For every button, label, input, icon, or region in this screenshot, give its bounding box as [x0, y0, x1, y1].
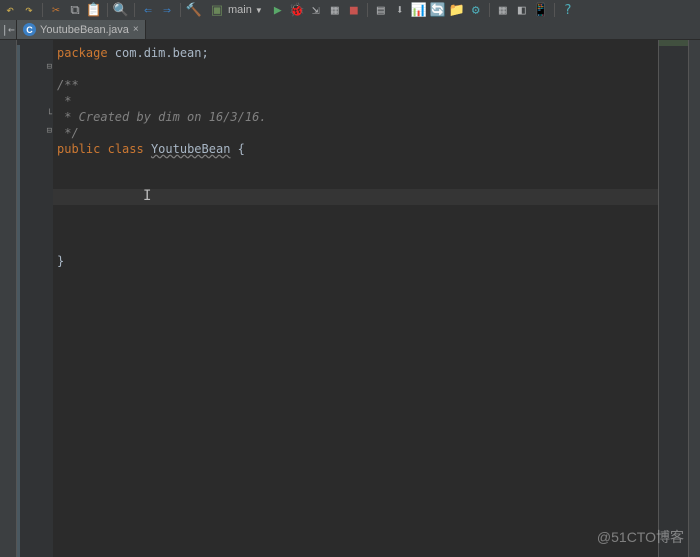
find-icon[interactable]: 🔍: [113, 2, 129, 18]
tool-window-toggle[interactable]: |←: [0, 20, 17, 39]
coverage-icon[interactable]: ▦: [327, 2, 343, 18]
editor-area: ⊟ └ ⊟ package com.dim.bean; /** * * Crea…: [0, 40, 700, 557]
redo-icon[interactable]: ↷: [21, 2, 37, 18]
code-editor[interactable]: package com.dim.bean; /** * * Created by…: [53, 40, 658, 557]
theme-icon[interactable]: ◧: [514, 2, 530, 18]
sync-icon[interactable]: 🔄: [430, 2, 446, 18]
left-gutter: [0, 40, 17, 557]
editor-tab[interactable]: C YoutubeBean.java ×: [17, 20, 146, 39]
avd-icon[interactable]: ▤: [373, 2, 389, 18]
run-config-label: main: [228, 4, 252, 16]
forward-icon[interactable]: ⇒: [159, 2, 175, 18]
sdk-icon[interactable]: ⬇: [392, 2, 408, 18]
debug-icon[interactable]: 🐞: [289, 2, 305, 18]
overview-ruler[interactable]: [688, 40, 700, 557]
stop-icon[interactable]: ■: [346, 2, 362, 18]
text-caret: I: [143, 188, 144, 204]
cut-icon[interactable]: ✂: [48, 2, 64, 18]
attach-icon[interactable]: ⇲: [308, 2, 324, 18]
undo-icon[interactable]: ↶: [2, 2, 18, 18]
structure-icon[interactable]: 📁: [449, 2, 465, 18]
run-icon[interactable]: ▶: [270, 2, 286, 18]
close-tab-icon[interactable]: ×: [133, 24, 139, 35]
main-toolbar: ↶ ↷ ✂ ⧉ 📋 🔍 ⇐ ⇒ 🔨 ▣ main ▼ ▶ 🐞 ⇲ ▦ ■ ▤ ⬇…: [0, 0, 700, 20]
gradle-icon[interactable]: ⚙: [468, 2, 484, 18]
make-icon[interactable]: 🔨: [186, 2, 202, 18]
line-gutter[interactable]: ⊟ └ ⊟: [17, 40, 53, 557]
help-icon[interactable]: ?: [560, 2, 576, 18]
run-config-selector[interactable]: ▣ main ▼: [205, 2, 267, 18]
tab-filename: YoutubeBean.java: [40, 24, 129, 36]
back-icon[interactable]: ⇐: [140, 2, 156, 18]
error-stripe[interactable]: [658, 40, 688, 557]
java-class-icon: C: [23, 23, 36, 36]
device-icon[interactable]: 📱: [533, 2, 549, 18]
monitor-icon[interactable]: 📊: [411, 2, 427, 18]
layout-icon[interactable]: ▦: [495, 2, 511, 18]
copy-icon[interactable]: ⧉: [67, 2, 83, 18]
watermark: @51CTO博客: [597, 527, 684, 547]
paste-icon[interactable]: 📋: [86, 2, 102, 18]
fold-end-icon[interactable]: └: [47, 110, 52, 120]
fold-toggle-icon[interactable]: ⊟: [47, 126, 52, 136]
editor-tabbar: |← C YoutubeBean.java ×: [0, 20, 700, 40]
fold-toggle-icon[interactable]: ⊟: [47, 62, 52, 72]
